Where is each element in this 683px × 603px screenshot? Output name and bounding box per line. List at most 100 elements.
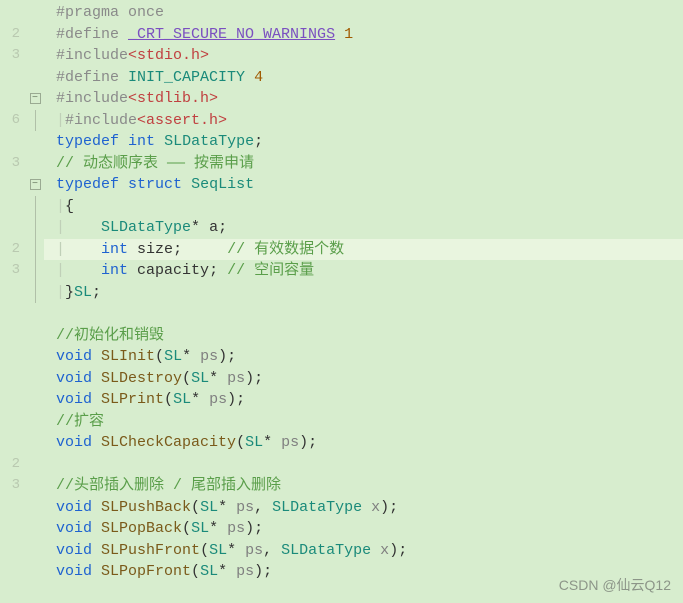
line-number bbox=[0, 217, 26, 239]
code-line[interactable]: // 动态顺序表 —— 按需申请 bbox=[44, 153, 683, 175]
code-line[interactable]: #include<stdio.h> bbox=[44, 45, 683, 67]
indent-guide: | bbox=[56, 284, 65, 301]
code-line[interactable]: void SLPopBack(SL* ps); bbox=[44, 518, 683, 540]
token: //初始化和销毁 bbox=[56, 327, 164, 344]
fold-cell bbox=[26, 368, 44, 390]
token: } bbox=[65, 284, 74, 301]
fold-cell bbox=[26, 110, 44, 132]
indent-guide: | bbox=[56, 198, 65, 215]
token: ); bbox=[245, 520, 263, 537]
token: ps bbox=[200, 348, 218, 365]
code-line[interactable]: #include<stdlib.h> bbox=[44, 88, 683, 110]
fold-cell bbox=[26, 45, 44, 67]
token: 1 bbox=[344, 26, 353, 43]
token: x bbox=[371, 499, 380, 516]
fold-cell bbox=[26, 389, 44, 411]
token: * bbox=[182, 348, 200, 365]
token: ( bbox=[182, 520, 191, 537]
token: struct bbox=[128, 176, 182, 193]
token: <stdlib.h> bbox=[128, 90, 218, 107]
code-line[interactable]: //初始化和销毁 bbox=[44, 325, 683, 347]
code-line[interactable]: #define INIT_CAPACITY 4 bbox=[44, 67, 683, 89]
fold-cell bbox=[26, 475, 44, 497]
token: * bbox=[191, 219, 209, 236]
token bbox=[92, 499, 101, 516]
token: int bbox=[65, 241, 128, 258]
token: INIT_CAPACITY bbox=[128, 69, 245, 86]
token: ps bbox=[227, 520, 245, 537]
code-line[interactable]: void SLPushFront(SL* ps, SLDataType x); bbox=[44, 540, 683, 562]
token: SLPopBack bbox=[101, 520, 182, 537]
token: ); bbox=[299, 434, 317, 451]
line-number bbox=[0, 411, 26, 433]
code-line[interactable] bbox=[44, 454, 683, 476]
fold-cell bbox=[26, 131, 44, 153]
fold-cell bbox=[26, 153, 44, 175]
fold-collapse-icon[interactable]: − bbox=[30, 93, 41, 104]
fold-cell bbox=[26, 196, 44, 218]
token: SLDataType bbox=[272, 499, 362, 516]
token: * bbox=[191, 391, 209, 408]
token: ( bbox=[182, 370, 191, 387]
code-line[interactable]: void SLDestroy(SL* ps); bbox=[44, 368, 683, 390]
token: SL bbox=[200, 499, 218, 516]
code-line[interactable]: |}SL; bbox=[44, 282, 683, 304]
code-line[interactable]: |#include<assert.h> bbox=[44, 110, 683, 132]
token: void bbox=[56, 434, 92, 451]
token: SLPopFront bbox=[101, 563, 191, 580]
line-number bbox=[0, 88, 26, 110]
code-line[interactable]: void SLInit(SL* ps); bbox=[44, 346, 683, 368]
token: #include bbox=[56, 47, 128, 64]
code-line[interactable]: | int size; // 有效数据个数 bbox=[44, 239, 683, 261]
token: #pragma bbox=[56, 4, 119, 21]
token: SLDataType bbox=[164, 133, 254, 150]
token: ps bbox=[236, 563, 254, 580]
token bbox=[128, 262, 137, 279]
token: a bbox=[209, 219, 218, 236]
token bbox=[119, 133, 128, 150]
token: ); bbox=[245, 370, 263, 387]
fold-cell bbox=[26, 217, 44, 239]
line-number bbox=[0, 196, 26, 218]
code-editor[interactable]: 23632323 −− #pragma once#define _CRT_SEC… bbox=[0, 0, 683, 603]
code-line[interactable]: void SLPrint(SL* ps); bbox=[44, 389, 683, 411]
token: SLDataType bbox=[65, 219, 191, 236]
token: void bbox=[56, 391, 92, 408]
token bbox=[119, 69, 128, 86]
token: SLPushFront bbox=[101, 542, 200, 559]
line-number bbox=[0, 131, 26, 153]
code-line[interactable]: | int capacity; // 空间容量 bbox=[44, 260, 683, 282]
code-line[interactable]: | SLDataType* a; bbox=[44, 217, 683, 239]
code-line[interactable]: //扩容 bbox=[44, 411, 683, 433]
fold-cell bbox=[26, 432, 44, 454]
line-number bbox=[0, 368, 26, 390]
token: * bbox=[218, 499, 236, 516]
fold-collapse-icon[interactable]: − bbox=[30, 179, 41, 190]
token: ( bbox=[164, 391, 173, 408]
token: , bbox=[254, 499, 272, 516]
code-line[interactable]: typedef struct SeqList bbox=[44, 174, 683, 196]
code-line[interactable]: void SLCheckCapacity(SL* ps); bbox=[44, 432, 683, 454]
code-line[interactable]: void SLPushBack(SL* ps, SLDataType x); bbox=[44, 497, 683, 519]
code-line[interactable] bbox=[44, 303, 683, 325]
code-line[interactable]: typedef int SLDataType; bbox=[44, 131, 683, 153]
token: // 空间容量 bbox=[227, 262, 314, 279]
token: void bbox=[56, 520, 92, 537]
token: //头部插入删除 / 尾部插入删除 bbox=[56, 477, 281, 494]
token: { bbox=[65, 198, 74, 215]
line-number: 2 bbox=[0, 454, 26, 476]
token: ); bbox=[380, 499, 398, 516]
code-line[interactable]: //头部插入删除 / 尾部插入删除 bbox=[44, 475, 683, 497]
token: SL bbox=[245, 434, 263, 451]
code-line[interactable]: #define _CRT_SECURE_NO_WARNINGS 1 bbox=[44, 24, 683, 46]
code-area[interactable]: #pragma once#define _CRT_SECURE_NO_WARNI… bbox=[44, 0, 683, 603]
code-line[interactable]: |{ bbox=[44, 196, 683, 218]
line-number bbox=[0, 518, 26, 540]
token: SLDataType bbox=[281, 542, 371, 559]
token: ps bbox=[209, 391, 227, 408]
token: // 动态顺序表 —— 按需申请 bbox=[56, 155, 254, 172]
token bbox=[92, 391, 101, 408]
code-line[interactable]: #pragma once bbox=[44, 2, 683, 24]
token bbox=[182, 176, 191, 193]
token: void bbox=[56, 370, 92, 387]
